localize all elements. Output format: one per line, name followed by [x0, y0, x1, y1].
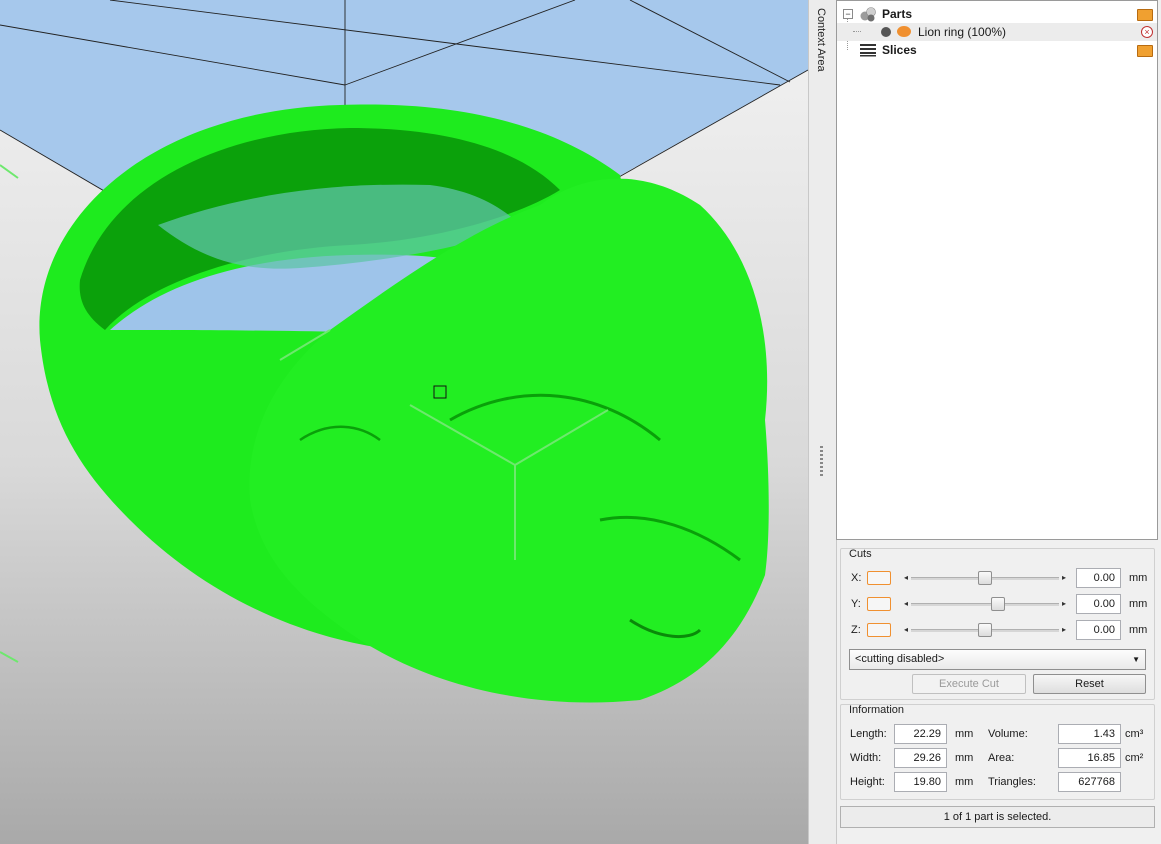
slider-right-arrow-icon[interactable]: ▸: [1059, 571, 1069, 585]
execute-cut-button[interactable]: Execute Cut: [912, 674, 1026, 694]
slider-right-arrow-icon[interactable]: ▸: [1059, 597, 1069, 611]
viewport-scene: [0, 0, 808, 703]
axis-x-unit: mm: [1129, 572, 1148, 584]
volume-label: Volume:: [988, 728, 1028, 740]
tree-item-parts[interactable]: − Parts: [837, 5, 1157, 23]
parts-label: Parts: [882, 7, 913, 21]
selection-status: 1 of 1 part is selected.: [840, 806, 1155, 828]
tree-connector-branch: [853, 31, 861, 32]
axis-z-value-field[interactable]: 0.00: [1076, 620, 1121, 640]
axis-y-value-field[interactable]: 0.00: [1076, 594, 1121, 614]
axis-y-unit: mm: [1129, 598, 1148, 610]
open-folder-icon[interactable]: [1137, 9, 1153, 21]
width-label: Width:: [850, 752, 882, 764]
slices-icon: [860, 44, 876, 57]
3d-viewport[interactable]: [0, 0, 808, 844]
chevron-down-icon: ▼: [1132, 655, 1140, 664]
volume-unit: cm³: [1125, 728, 1144, 740]
area-unit: cm²: [1125, 752, 1144, 764]
information-group: Information Length: 22.29 mm Width: 29.2…: [840, 704, 1155, 800]
axis-z-toggle[interactable]: [867, 623, 891, 637]
axis-y-slider[interactable]: ◂ ▸: [901, 597, 1069, 611]
cut-axis-x: X: ◂ ▸ 0.00 mm: [841, 568, 1154, 588]
length-value: 22.29: [894, 724, 947, 744]
area-value: 16.85: [1058, 748, 1121, 768]
height-label: Height:: [850, 776, 885, 788]
context-area-strip[interactable]: Context Area: [808, 0, 837, 844]
part-status-icon: [881, 27, 891, 37]
axis-x-label: X:: [851, 572, 862, 584]
axis-z-unit: mm: [1129, 624, 1148, 636]
length-label: Length:: [850, 728, 887, 740]
triangles-value: 627768: [1058, 772, 1121, 792]
axis-y-label: Y:: [851, 598, 861, 610]
cut-mode-value: <cutting disabled>: [855, 653, 945, 665]
slider-thumb[interactable]: [978, 623, 992, 637]
width-value: 29.26: [894, 748, 947, 768]
volume-value: 1.43: [1058, 724, 1121, 744]
remove-part-icon[interactable]: ×: [1141, 26, 1153, 38]
slider-left-arrow-icon[interactable]: ◂: [901, 597, 911, 611]
open-folder-icon[interactable]: [1137, 45, 1153, 57]
splitter-grip[interactable]: [820, 446, 823, 476]
slider-left-arrow-icon[interactable]: ◂: [901, 571, 911, 585]
slices-label: Slices: [882, 43, 917, 57]
information-title: Information: [849, 704, 905, 716]
width-unit: mm: [955, 752, 974, 764]
reset-button[interactable]: Reset: [1033, 674, 1146, 694]
axis-x-toggle[interactable]: [867, 571, 891, 585]
collapse-icon[interactable]: −: [843, 9, 853, 19]
cut-mode-select[interactable]: <cutting disabled> ▼: [849, 649, 1146, 670]
length-unit: mm: [955, 728, 974, 740]
part-item-label: Lion ring (100%): [918, 25, 1007, 39]
cut-axis-y: Y: ◂ ▸ 0.00 mm: [841, 594, 1154, 614]
height-unit: mm: [955, 776, 974, 788]
object-tree[interactable]: − Parts Lion ring (100%) × Slices: [836, 0, 1158, 540]
slider-left-arrow-icon[interactable]: ◂: [901, 623, 911, 637]
triangles-label: Triangles:: [988, 776, 1036, 788]
slider-thumb[interactable]: [991, 597, 1006, 611]
tree-item-lion-ring[interactable]: Lion ring (100%) ×: [837, 23, 1157, 41]
axis-z-label: Z:: [851, 624, 861, 636]
context-area-label: Context Area: [815, 8, 827, 72]
slider-right-arrow-icon[interactable]: ▸: [1059, 623, 1069, 637]
slider-thumb[interactable]: [978, 571, 992, 585]
visibility-eye-icon[interactable]: [897, 26, 911, 37]
axis-x-value-field[interactable]: 0.00: [1076, 568, 1121, 588]
height-value: 19.80: [894, 772, 947, 792]
cuts-title: Cuts: [849, 548, 872, 560]
axis-x-slider[interactable]: ◂ ▸: [901, 571, 1069, 585]
tree-item-slices[interactable]: Slices: [837, 41, 1157, 59]
axis-z-slider[interactable]: ◂ ▸: [901, 623, 1069, 637]
area-label: Area:: [988, 752, 1015, 764]
cut-axis-z: Z: ◂ ▸ 0.00 mm: [841, 620, 1154, 640]
axis-y-toggle[interactable]: [867, 597, 891, 611]
cuts-group: Cuts X: ◂ ▸ 0.00 mm Y: ◂ ▸ 0.00 mm Z: ◂: [840, 548, 1155, 700]
parts-icon: [860, 7, 876, 22]
